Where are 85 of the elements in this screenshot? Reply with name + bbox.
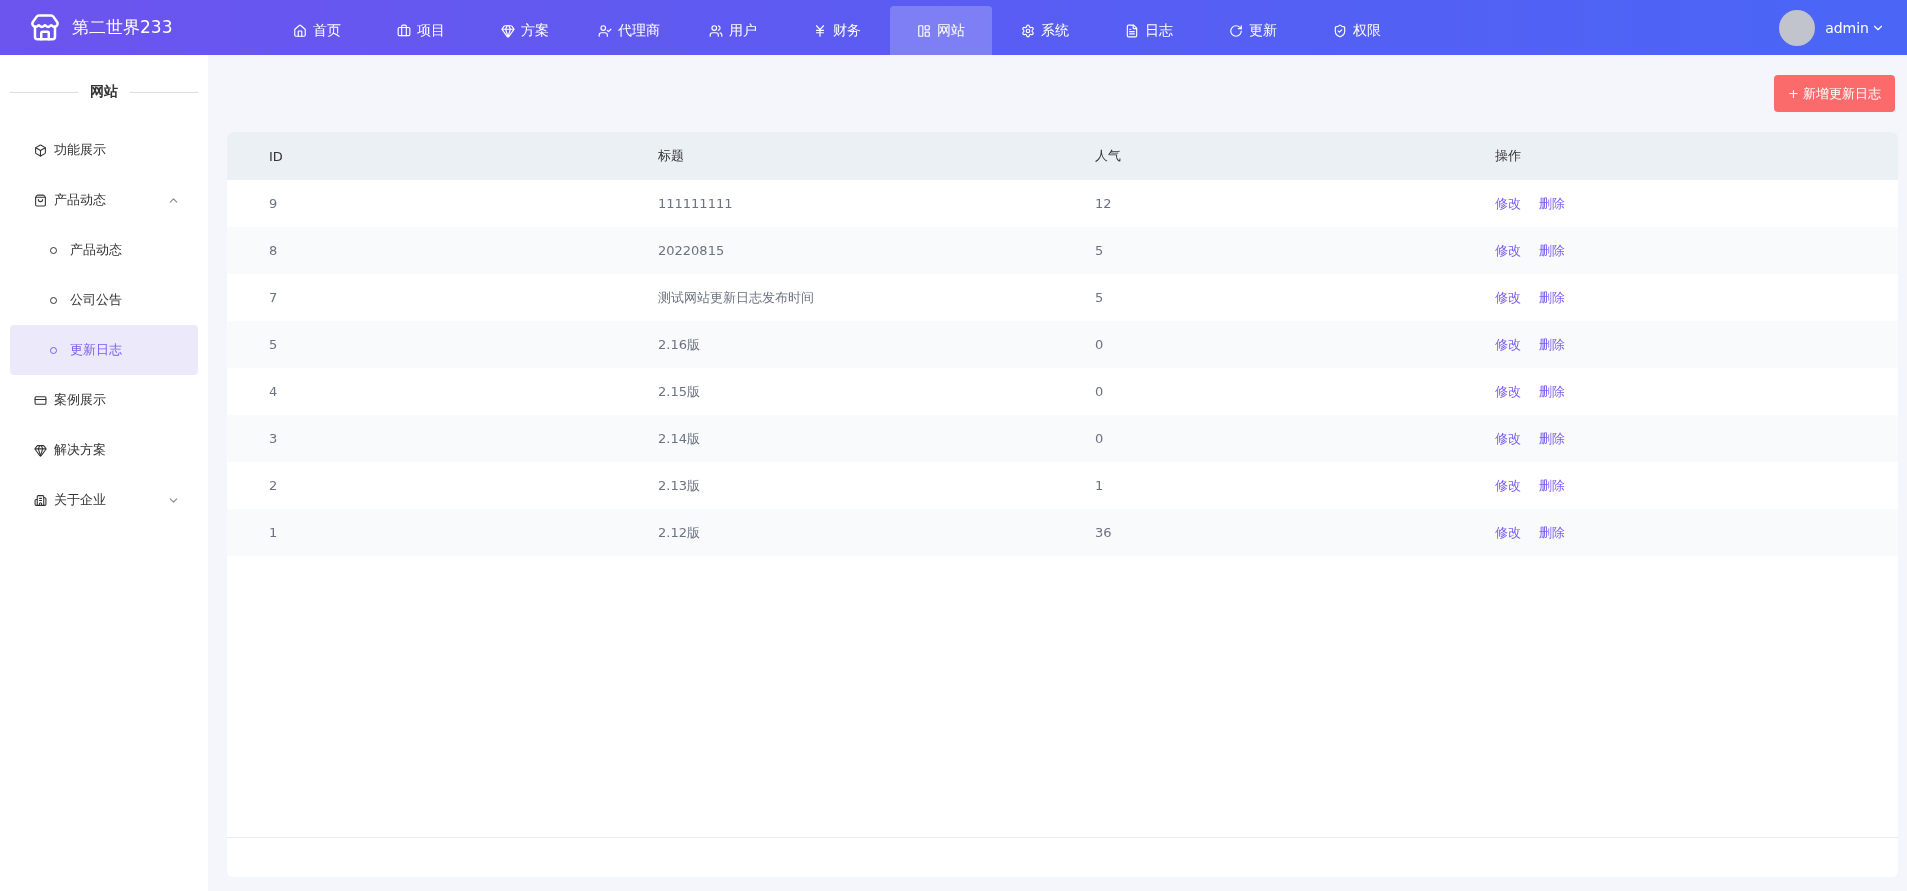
edit-link[interactable]: 修改	[1495, 523, 1521, 542]
delete-link[interactable]: 删除	[1539, 429, 1565, 448]
nav-tab[interactable]: 日志	[1098, 6, 1200, 55]
table-cell-text: 5	[1095, 290, 1105, 305]
table-cell-text: 2.16版	[658, 335, 701, 354]
sidebar-item[interactable]: 功能展示	[10, 125, 198, 175]
diamond-icon	[501, 23, 515, 38]
diamond-icon	[34, 443, 47, 457]
add-button[interactable]: + 新增更新日志	[1773, 75, 1895, 112]
sidebar-item[interactable]: 产品动态	[10, 175, 198, 225]
nav-tab[interactable]: 更新	[1202, 6, 1304, 55]
edit-link[interactable]: 修改	[1495, 429, 1521, 448]
cube-icon	[34, 143, 47, 157]
document-icon	[1125, 23, 1139, 38]
table-cell-text: 12	[1095, 196, 1113, 211]
bag-icon	[34, 193, 47, 207]
delete-link[interactable]: 删除	[1539, 476, 1565, 495]
table-cell-text: 2.15版	[658, 382, 701, 401]
delete-link[interactable]: 删除	[1539, 194, 1565, 213]
delete-link[interactable]: 删除	[1539, 523, 1565, 542]
building-icon	[34, 493, 47, 507]
brand-name: 第二世界233	[72, 16, 173, 39]
edit-link[interactable]: 修改	[1495, 335, 1521, 354]
delete-link[interactable]: 删除	[1539, 382, 1565, 401]
column-header: 人气	[1095, 147, 1122, 165]
edit-link[interactable]: 修改	[1495, 241, 1521, 260]
table-cell-text: 8	[269, 243, 279, 258]
delete-link[interactable]: 删除	[1539, 288, 1565, 307]
table-cell-text: 3	[269, 431, 279, 446]
nav-tab[interactable]: 网站	[890, 6, 992, 55]
sidebar-subitem[interactable]: 公司公告	[10, 275, 198, 325]
nav-tab[interactable]: 用户	[682, 6, 784, 55]
edit-link[interactable]: 修改	[1495, 382, 1521, 401]
refresh-icon	[1229, 23, 1243, 38]
column-header: 标题	[658, 147, 685, 165]
delete-link[interactable]: 删除	[1539, 241, 1565, 260]
users-icon	[709, 23, 723, 38]
edit-link[interactable]: 修改	[1495, 194, 1521, 213]
table-cell-text: 2.13版	[658, 476, 701, 495]
nav-tab[interactable]: 代理商	[578, 6, 680, 55]
table-cell-text: 20220815	[658, 243, 726, 258]
sidebar-subitem[interactable]: 产品动态	[10, 225, 198, 275]
currency-icon	[813, 23, 827, 38]
delete-link[interactable]: 删除	[1539, 335, 1565, 354]
table-cell-text: 111111111	[658, 196, 734, 211]
sidebar-title: 网站	[90, 83, 118, 101]
settings-icon	[1021, 23, 1035, 38]
table-cell-text: 0	[1095, 431, 1105, 446]
nav-tab[interactable]: 项目	[370, 6, 472, 55]
column-header: ID	[269, 148, 284, 164]
sidebar-item[interactable]: 解决方案	[10, 425, 198, 475]
nav-tab[interactable]: 财务	[786, 6, 888, 55]
avatar[interactable]	[1779, 9, 1816, 46]
briefcase-icon	[397, 23, 411, 38]
layout-icon	[917, 23, 931, 38]
table-cell-text: 9	[269, 196, 279, 211]
table-cell-text: 2	[269, 478, 279, 493]
column-header: 操作	[1495, 147, 1522, 165]
house-icon	[293, 23, 307, 38]
card-icon	[34, 393, 47, 407]
table-cell-text: 测试网站更新日志发布时间	[658, 288, 815, 307]
table-cell-text: 2.12版	[658, 523, 701, 542]
table-cell-text: 2.14版	[658, 429, 701, 448]
nav-tab[interactable]: 方案	[474, 6, 576, 55]
nav-tab[interactable]: 系统	[994, 6, 1096, 55]
table-cell-text: 5	[269, 337, 279, 352]
sidebar-item[interactable]: 案例展示	[10, 375, 198, 425]
user-menu[interactable]: admin	[1825, 19, 1885, 36]
table-cell-text: 5	[1095, 243, 1105, 258]
store-logo-icon	[30, 12, 60, 43]
table-cell-text: 4	[269, 384, 279, 399]
edit-link[interactable]: 修改	[1495, 476, 1521, 495]
shield-icon	[1333, 23, 1347, 38]
edit-link[interactable]: 修改	[1495, 288, 1521, 307]
table-cell-text: 1	[269, 525, 279, 540]
table-cell-text: 0	[1095, 384, 1105, 399]
user-icon	[598, 23, 612, 38]
table-cell-text: 7	[269, 290, 279, 305]
sidebar-subitem[interactable]: 更新日志	[10, 325, 198, 375]
table-cell-text: 1	[1095, 478, 1105, 493]
table-cell-text: 36	[1095, 525, 1113, 540]
sidebar-item[interactable]: 关于企业	[10, 475, 198, 525]
nav-tab[interactable]: 首页	[266, 6, 368, 55]
nav-tab[interactable]: 权限	[1306, 6, 1408, 55]
table-cell-text: 0	[1095, 337, 1105, 352]
